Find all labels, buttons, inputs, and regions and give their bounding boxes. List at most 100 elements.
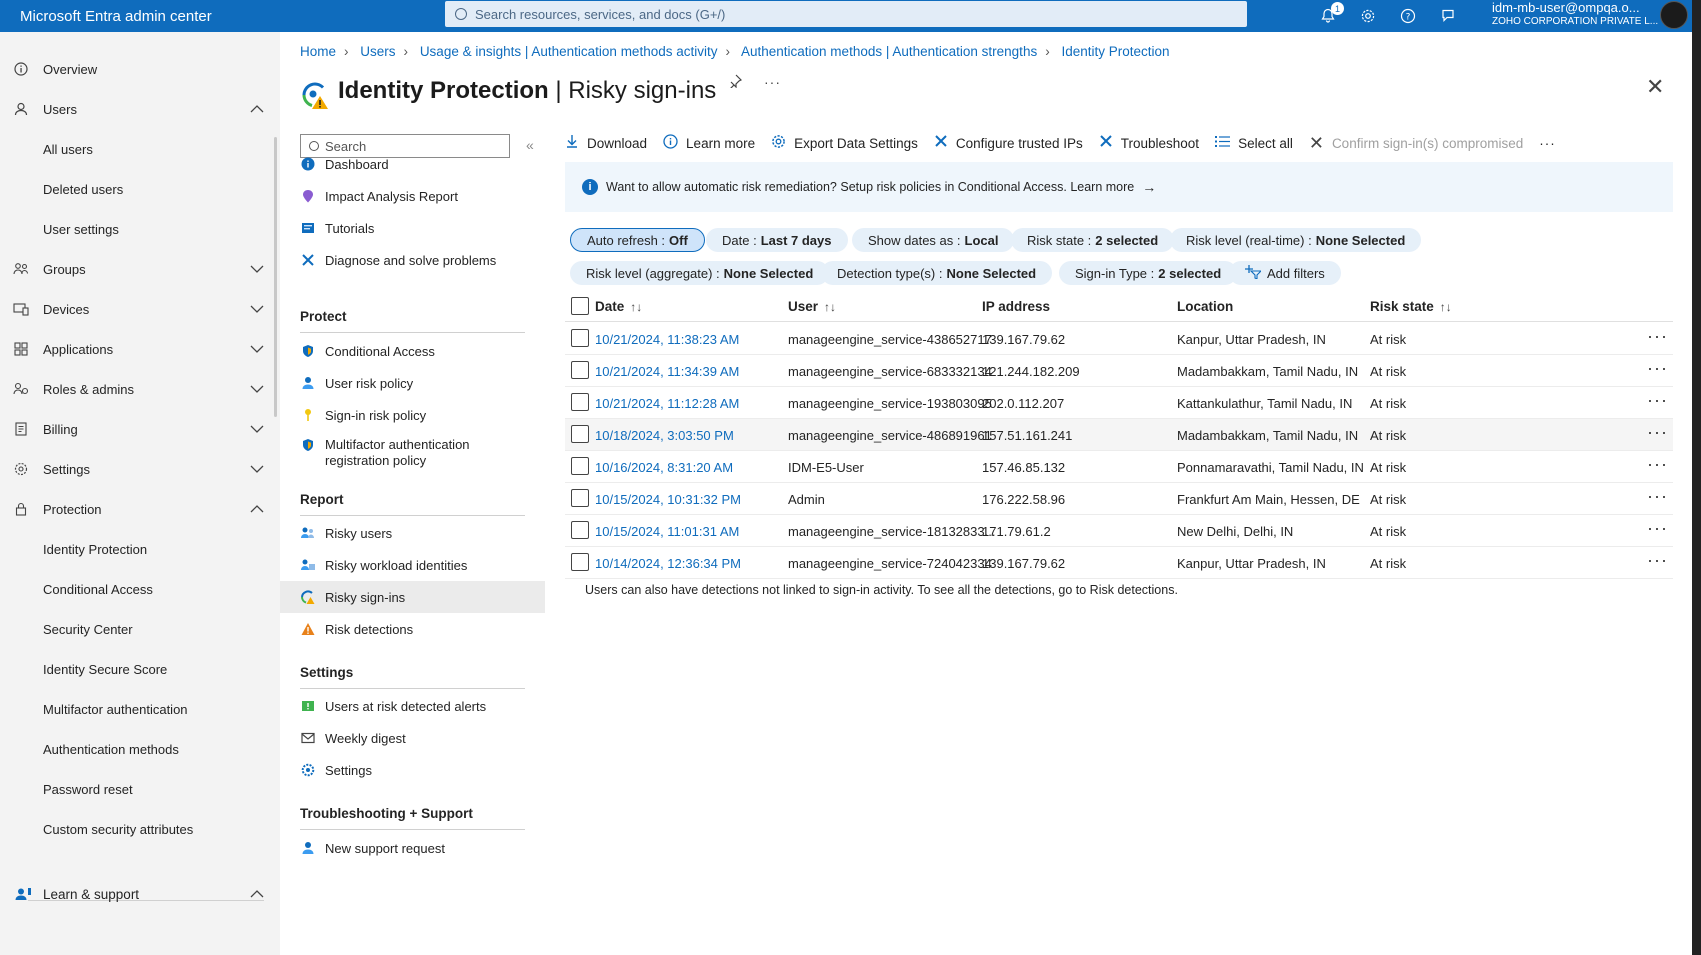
menu-item-signin-risk-policy[interactable]: Sign-in risk policy [280,399,545,431]
filter-risk-level-aggregate[interactable]: Risk level (aggregate) : None Selected [570,261,830,285]
menu-item-tutorials[interactable]: Tutorials [280,212,545,244]
table-row[interactable]: 10/21/2024, 11:34:39 AM manageengine_ser… [565,355,1673,387]
nav-identity-secure-score[interactable]: Identity Secure Score [0,649,270,689]
menu-item-risky-users[interactable]: Risky users [280,517,545,549]
nav-custom-security-attributes[interactable]: Custom security attributes [0,809,270,849]
menu-item-mfa-registration-policy[interactable]: Multifactor authentication registration … [280,431,545,475]
filter-risk-state[interactable]: Risk state :2 selected [1011,228,1175,252]
row-date-link[interactable]: 10/15/2024, 10:31:32 PM [595,492,741,507]
menu-item-diagnose[interactable]: Diagnose and solve problems [280,244,545,276]
breadcrumb-home[interactable]: Home [300,44,336,59]
close-icon[interactable]: ✕ [1646,74,1664,100]
row-more-icon[interactable]: ··· [1647,358,1668,379]
row-more-icon[interactable]: ··· [1647,518,1668,539]
table-row[interactable]: 10/14/2024, 12:36:34 PM manageengine_ser… [565,547,1673,579]
select-all-button[interactable]: Select all [1215,135,1293,152]
pin-icon[interactable] [728,74,743,93]
nav-authentication-methods[interactable]: Authentication methods [0,729,270,769]
menu-item-impact-analysis[interactable]: Impact Analysis Report [280,180,545,212]
menu-item-conditional-access[interactable]: Conditional Access [280,335,545,367]
breadcrumb-usage-insights[interactable]: Usage & insights | Authentication method… [420,44,718,59]
column-risk-state[interactable]: Risk state ↑↓ [1370,299,1452,314]
nav-overview[interactable]: Overview [0,49,270,89]
nav-scrollbar[interactable] [274,137,277,417]
learn-more-button[interactable]: Learn more [663,133,755,153]
nav-all-users[interactable]: All users [0,129,270,169]
column-date[interactable]: Date ↑↓ [595,299,642,314]
table-row[interactable]: 10/15/2024, 11:01:31 AM manageengine_ser… [565,515,1673,547]
brand-title[interactable]: Microsoft Entra admin center [0,8,445,25]
menu-item-user-risk-policy[interactable]: User risk policy [280,367,545,399]
chevron-down-icon[interactable] [250,302,264,316]
row-checkbox[interactable] [571,393,589,411]
help-icon[interactable]: ? [1398,6,1418,26]
account-info[interactable]: idm-mb-user@ompqa.o... ZOHO CORPORATION … [1492,1,1658,29]
row-date-link[interactable]: 10/14/2024, 12:36:34 PM [595,556,741,571]
chevron-down-icon[interactable] [250,422,264,436]
add-filters-button[interactable]: Add filters [1229,261,1341,285]
menu-item-risky-signins[interactable]: Risky sign-ins [280,581,545,613]
table-row[interactable]: 10/16/2024, 8:31:20 AM IDM-E5-User 157.4… [565,451,1673,483]
filter-show-dates[interactable]: Show dates as : Local [852,228,1015,252]
info-banner-text[interactable]: Want to allow automatic risk remediation… [606,180,1134,194]
row-date-link[interactable]: 10/18/2024, 3:03:50 PM [595,428,734,443]
download-button[interactable]: Download [565,134,647,152]
table-row[interactable]: 10/18/2024, 3:03:50 PM manageengine_serv… [565,419,1673,451]
table-row[interactable]: 10/15/2024, 10:31:32 PM Admin 176.222.58… [565,483,1673,515]
row-checkbox[interactable] [571,553,589,571]
chevron-down-icon[interactable] [250,462,264,476]
chevron-up-icon[interactable] [250,502,264,516]
chevron-down-icon[interactable] [250,382,264,396]
filter-detection-types[interactable]: Detection type(s) : None Selected [821,261,1053,285]
menu-item-new-support-request[interactable]: New support request [280,832,545,864]
row-checkbox[interactable] [571,489,589,507]
filter-auto-refresh[interactable]: Auto refresh : Off [570,228,705,252]
avatar[interactable] [1660,1,1688,29]
row-checkbox[interactable] [571,425,589,443]
settings-gear-icon[interactable] [1358,6,1378,26]
row-checkbox[interactable] [571,457,589,475]
nav-devices[interactable]: Devices [0,289,270,329]
select-all-checkbox[interactable] [571,297,589,315]
row-more-icon[interactable]: ··· [1647,390,1668,411]
chevron-up-icon[interactable] [250,102,264,116]
menu-item-dashboard[interactable]: Dashboard [280,148,545,180]
nav-applications[interactable]: Applications [0,329,270,369]
nav-learn-support[interactable]: Learn & support [0,874,270,914]
global-search-input[interactable]: Search resources, services, and docs (G+… [445,1,1247,27]
nav-deleted-users[interactable]: Deleted users [0,169,270,209]
table-row[interactable]: 10/21/2024, 11:12:28 AM manageengine_ser… [565,387,1673,419]
menu-item-weekly-digest[interactable]: Weekly digest [280,722,545,754]
row-checkbox[interactable] [571,329,589,347]
nav-protection[interactable]: Protection [0,489,270,529]
row-date-link[interactable]: 10/16/2024, 8:31:20 AM [595,460,733,475]
breadcrumb-users[interactable]: Users [360,44,395,59]
export-data-settings-button[interactable]: Export Data Settings [771,134,918,153]
filter-date[interactable]: Date : Last 7 days [706,228,848,252]
nav-users[interactable]: Users [0,89,270,129]
sort-icon[interactable]: ↑↓ [630,300,642,314]
nav-groups[interactable]: Groups [0,249,270,289]
row-more-icon[interactable]: ··· [1647,486,1668,507]
breadcrumb-auth-strengths[interactable]: Authentication methods | Authentication … [741,44,1037,59]
sort-icon[interactable]: ↑↓ [824,300,836,314]
feedback-icon[interactable] [1438,6,1458,26]
nav-conditional-access[interactable]: Conditional Access [0,569,270,609]
confirm-compromised-button[interactable]: ✕ Confirm sign-in(s) compromised [1309,133,1523,154]
nav-identity-protection[interactable]: Identity Protection [0,529,270,569]
chevron-down-icon[interactable] [250,342,264,356]
table-row[interactable]: 10/21/2024, 11:38:23 AM manageengine_ser… [565,323,1673,355]
nav-user-settings[interactable]: User settings [0,209,270,249]
row-more-icon[interactable]: ··· [1647,550,1668,571]
breadcrumb-identity-protection[interactable]: Identity Protection [1061,44,1169,59]
menu-item-risk-detections[interactable]: Risk detections [280,613,545,645]
configure-trusted-ips-button[interactable]: Configure trusted IPs [934,134,1083,152]
row-date-link[interactable]: 10/21/2024, 11:12:28 AM [595,396,739,411]
menu-item-settings[interactable]: Settings [280,754,545,786]
row-more-icon[interactable]: ··· [1647,422,1668,443]
row-more-icon[interactable]: ··· [1647,326,1668,347]
chevron-up-icon[interactable] [250,887,264,901]
row-checkbox[interactable] [571,361,589,379]
nav-multifactor-auth[interactable]: Multifactor authentication [0,689,270,729]
more-options-icon[interactable]: ··· [764,74,781,93]
